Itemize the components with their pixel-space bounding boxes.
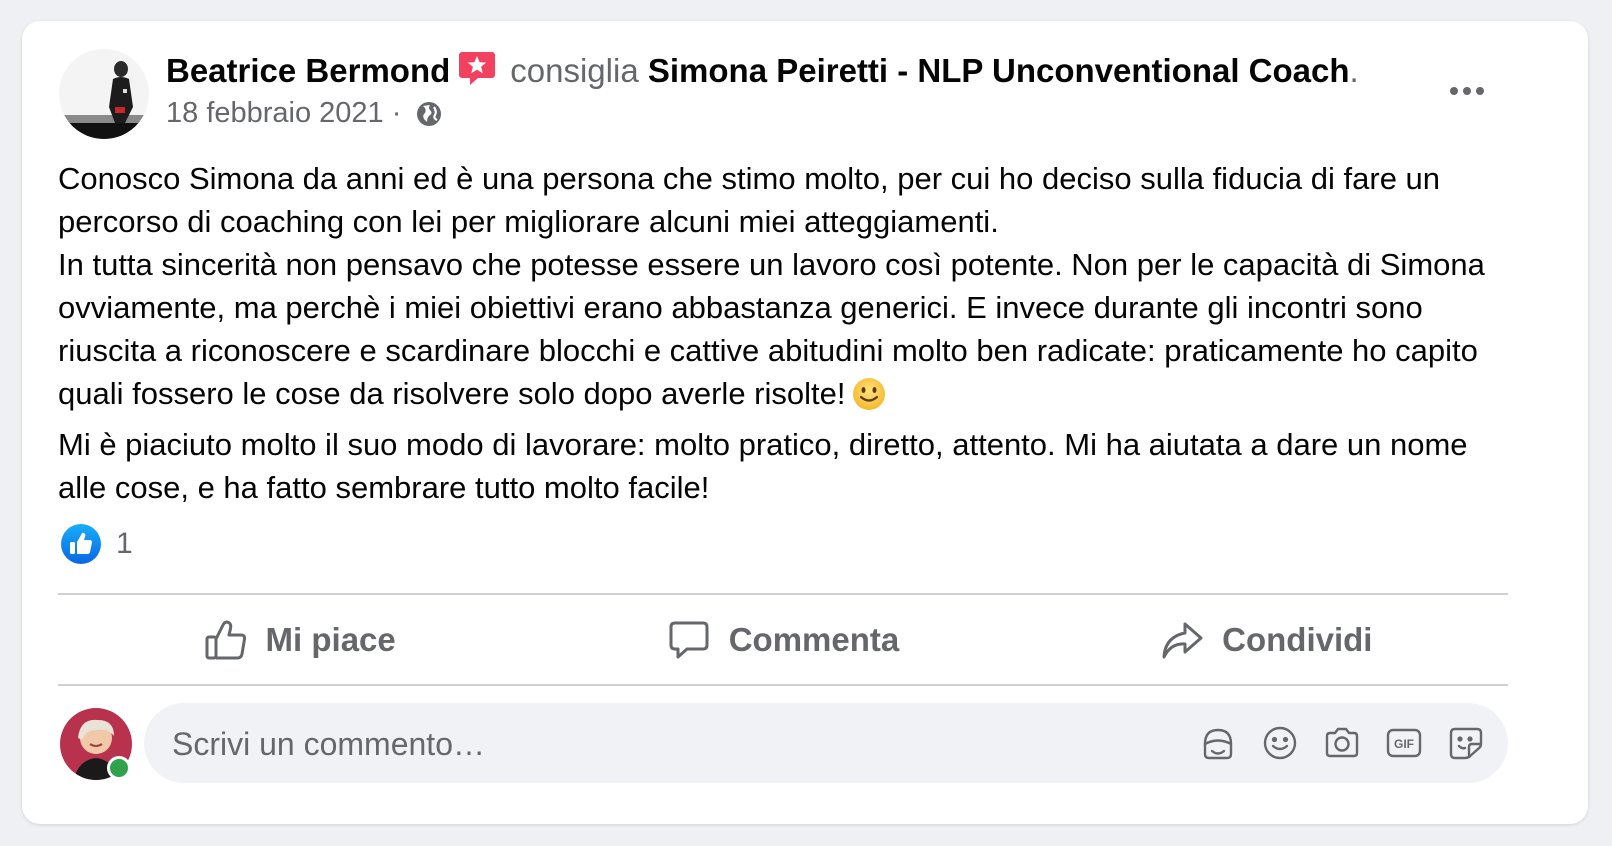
- post-header: Beatrice Bermond consiglia Simona Peirett…: [166, 49, 1359, 97]
- sticker-icon[interactable]: [1444, 721, 1488, 765]
- post-meta: 18 febbraio 2021 ·: [166, 95, 443, 137]
- post-paragraph: Conosco Simona da anni ed è una persona …: [58, 161, 1449, 239]
- share-arrow-icon: [1162, 622, 1203, 659]
- action-bar: Mi piace Commenta Condividi: [58, 595, 1508, 685]
- author-name[interactable]: Beatrice Bermond: [166, 52, 450, 89]
- composer-icons: GIF: [1178, 721, 1488, 765]
- comment-input[interactable]: [170, 703, 1074, 785]
- meta-separator: ·: [383, 97, 410, 129]
- comment-label: Commenta: [728, 621, 900, 658]
- recommend-star-icon: [458, 49, 496, 97]
- post-card: Beatrice Bermond consiglia Simona Peirett…: [22, 21, 1588, 824]
- divider-bottom: [58, 684, 1508, 686]
- emoji-icon[interactable]: [1258, 721, 1302, 765]
- share-button[interactable]: Condividi: [1025, 595, 1508, 685]
- recommend-verb: consiglia: [510, 52, 639, 89]
- like-button[interactable]: Mi piace: [58, 595, 541, 685]
- comment-button[interactable]: Commenta: [541, 595, 1024, 685]
- comment-bubble-icon: [669, 621, 709, 659]
- avatar-sticker-icon[interactable]: [1196, 721, 1240, 765]
- author-avatar[interactable]: [59, 49, 149, 139]
- camera-icon[interactable]: [1320, 721, 1364, 765]
- post-paragraph: In tutta sincerità non pensavo che potes…: [58, 243, 1518, 423]
- thumbs-up-icon: [205, 620, 246, 660]
- globe-icon[interactable]: [415, 100, 443, 137]
- page-name[interactable]: Simona Peiretti - NLP Unconventional Coa…: [648, 52, 1350, 89]
- svg-text:GIF: GIF: [1394, 737, 1414, 751]
- comment-composer[interactable]: GIF: [144, 703, 1508, 785]
- like-label: Mi piace: [265, 621, 396, 658]
- reactions-summary[interactable]: 1: [60, 521, 133, 567]
- more-options-icon[interactable]: [1432, 71, 1502, 111]
- smiley-emoji-icon: [851, 376, 887, 423]
- gif-icon[interactable]: GIF: [1382, 721, 1426, 765]
- page-suffix: .: [1349, 52, 1359, 89]
- reaction-count: 1: [116, 527, 133, 560]
- post-paragraph: Mi è piaciuto molto il suo modo di lavor…: [58, 427, 1477, 505]
- post-date[interactable]: 18 febbraio 2021: [166, 97, 384, 129]
- post-body: Conosco Simona da anni ed è una persona …: [58, 157, 1518, 509]
- share-label: Condividi: [1222, 621, 1373, 658]
- like-reaction-icon: [61, 524, 101, 564]
- online-status-indicator: [107, 756, 131, 780]
